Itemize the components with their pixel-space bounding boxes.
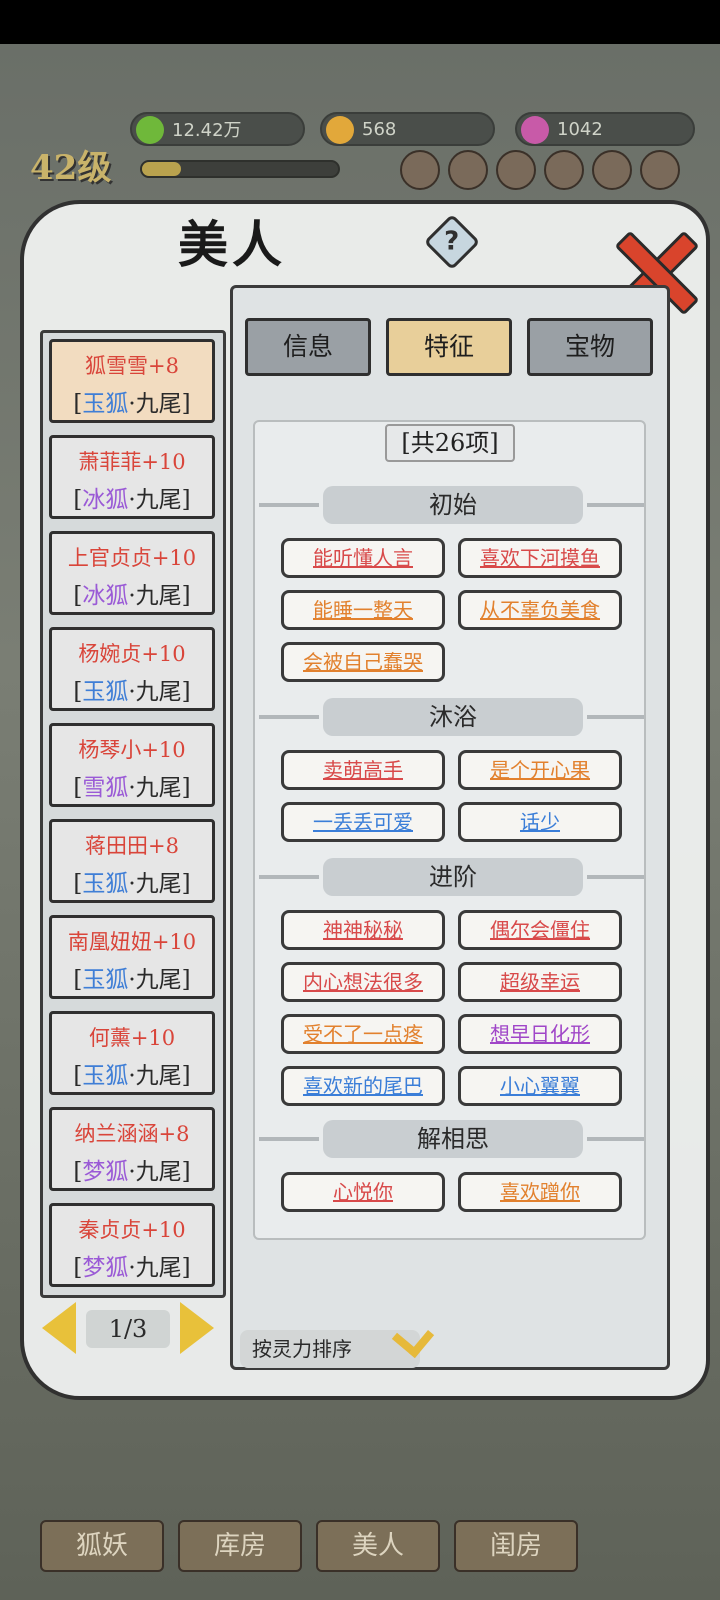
beauty-tail: ·九尾 [128,679,182,705]
beauty-tail: ·九尾 [128,967,182,993]
coin-counter[interactable]: 568 [320,112,495,146]
trait-chip[interactable]: 喜欢下河摸鱼 [458,538,622,578]
beauty-tail: ·九尾 [128,871,182,897]
beauty-card[interactable]: 纳兰涵涵+8 [梦狐·九尾] [49,1107,215,1191]
spirit-icon [136,116,164,144]
trait-chip[interactable]: 从不辜负美食 [458,590,622,630]
trait-chip[interactable]: 喜欢蹭你 [458,1172,622,1212]
beauty-card[interactable]: 何薰+10 [玉狐·九尾] [49,1011,215,1095]
beauty-card[interactable]: 南凰妞妞+10 [玉狐·九尾] [49,915,215,999]
beauty-species: 冰狐 [82,583,129,609]
tab-info[interactable]: 信息 [245,318,371,376]
trait-chip[interactable]: 想早日化形 [458,1014,622,1054]
window-title: 美人 [178,215,286,274]
trait-chip[interactable]: 喜欢新的尾巴 [281,1066,445,1106]
feature-icon[interactable] [640,150,680,190]
beauty-card[interactable]: 杨婉贞+10 [玉狐·九尾] [49,627,215,711]
beauty-species: 玉狐 [82,679,129,705]
gem-value: 1042 [557,118,603,140]
beauty-card[interactable]: 杨琴小+10 [雪狐·九尾] [49,723,215,807]
spirit-value: 12.42万 [172,120,242,141]
next-page-button[interactable] [180,1302,214,1354]
beauty-species: 玉狐 [82,871,129,897]
trait-chip[interactable]: 受不了一点疼 [281,1014,445,1054]
beauty-species: 梦狐 [82,1255,129,1281]
feature-icon[interactable] [448,150,488,190]
traits-count: [共26项] [385,424,515,462]
beauty-name: 纳兰涵涵+8 [74,1122,190,1146]
beauty-species: 玉狐 [82,967,129,993]
beauty-species: 梦狐 [82,1159,129,1185]
beauty-card[interactable]: 狐雪雪+8 [玉狐·九尾] [49,339,215,423]
beauty-tail: ·九尾 [128,1159,182,1185]
trait-chip[interactable]: 能听懂人言 [281,538,445,578]
coin-value: 568 [362,118,397,140]
trait-chip[interactable]: 小心翼翼 [458,1066,622,1106]
beauty-tail: ·九尾 [128,775,182,801]
coin-icon [326,116,354,144]
beauty-name: 南凰妞妞+10 [67,930,197,954]
nav-storage[interactable]: 库房 [178,1520,302,1572]
section-advance: 进阶 [259,858,644,896]
trait-chip[interactable]: 心悦你 [281,1172,445,1212]
trait-chip[interactable]: 话少 [458,802,622,842]
trait-chip[interactable]: 内心想法很多 [281,962,445,1002]
beauty-name: 杨婉贞+10 [78,642,186,666]
tab-traits[interactable]: 特征 [386,318,512,376]
feature-icon[interactable] [544,150,584,190]
beauty-name: 蒋田田+8 [85,834,179,858]
beauty-card[interactable]: 秦贞贞+10 [梦狐·九尾] [49,1203,215,1287]
beauty-species: 冰狐 [82,487,129,513]
beauty-name: 杨琴小+10 [78,738,186,762]
beauty-name: 萧菲菲+10 [78,450,186,474]
beauty-name: 狐雪雪+8 [85,354,179,378]
trait-chip[interactable]: 会被自己蠢哭 [281,642,445,682]
prev-page-button[interactable] [42,1302,76,1354]
trait-chip[interactable]: 偶尔会僵住 [458,910,622,950]
player-level: 42级 [30,148,112,188]
beauty-species: 玉狐 [82,1063,129,1089]
beauty-tail: ·九尾 [128,487,182,513]
page-indicator: 1/3 [86,1310,170,1348]
trait-chip[interactable]: 卖萌高手 [281,750,445,790]
gem-counter[interactable]: 1042 [515,112,695,146]
status-bar [0,0,720,44]
section-longing: 解相思 [259,1120,644,1158]
beauty-card[interactable]: 蒋田田+8 [玉狐·九尾] [49,819,215,903]
feature-icon[interactable] [496,150,536,190]
trait-chip[interactable]: 能睡一整天 [281,590,445,630]
beauty-name: 秦贞贞+10 [78,1218,186,1242]
pager: 1/3 [42,1302,214,1354]
beauty-name: 上官贞贞+10 [67,546,197,570]
beauty-species: 雪狐 [82,775,129,801]
trait-chip[interactable]: 一丢丢可爱 [281,802,445,842]
traits-box[interactable]: [共26项] 初始 能听懂人言 喜欢下河摸鱼 能睡一整天 从不辜负美食 会被自己… [253,420,646,1240]
beauty-tail: ·九尾 [128,391,182,417]
xp-bar [140,160,340,178]
beauty-name: 何薰+10 [88,1026,176,1050]
section-bath: 沐浴 [259,698,644,736]
top-icons [400,150,680,190]
section-initial: 初始 [259,486,644,524]
beauty-species: 玉狐 [82,391,129,417]
nav-fox[interactable]: 狐妖 [40,1520,164,1572]
feature-icon[interactable] [592,150,632,190]
beauty-list[interactable]: 狐雪雪+8 [玉狐·九尾] 萧菲菲+10 [冰狐·九尾] 上官贞贞+10 [冰狐·九尾… [40,330,226,1298]
beauty-card[interactable]: 上官贞贞+10 [冰狐·九尾] [49,531,215,615]
beauty-tail: ·九尾 [128,583,182,609]
nav-chamber[interactable]: 闺房 [454,1520,578,1572]
feature-icon[interactable] [400,150,440,190]
gem-icon [521,116,549,144]
beauty-tail: ·九尾 [128,1255,182,1281]
help-icon: ? [444,227,460,257]
beauty-tail: ·九尾 [128,1063,182,1089]
spirit-counter[interactable]: 12.42万 [130,112,305,146]
beauty-card[interactable]: 萧菲菲+10 [冰狐·九尾] [49,435,215,519]
trait-chip[interactable]: 是个开心果 [458,750,622,790]
nav-beauty[interactable]: 美人 [316,1520,440,1572]
tab-treasure[interactable]: 宝物 [527,318,653,376]
trait-chip[interactable]: 神神秘秘 [281,910,445,950]
trait-chip[interactable]: 超级幸运 [458,962,622,1002]
